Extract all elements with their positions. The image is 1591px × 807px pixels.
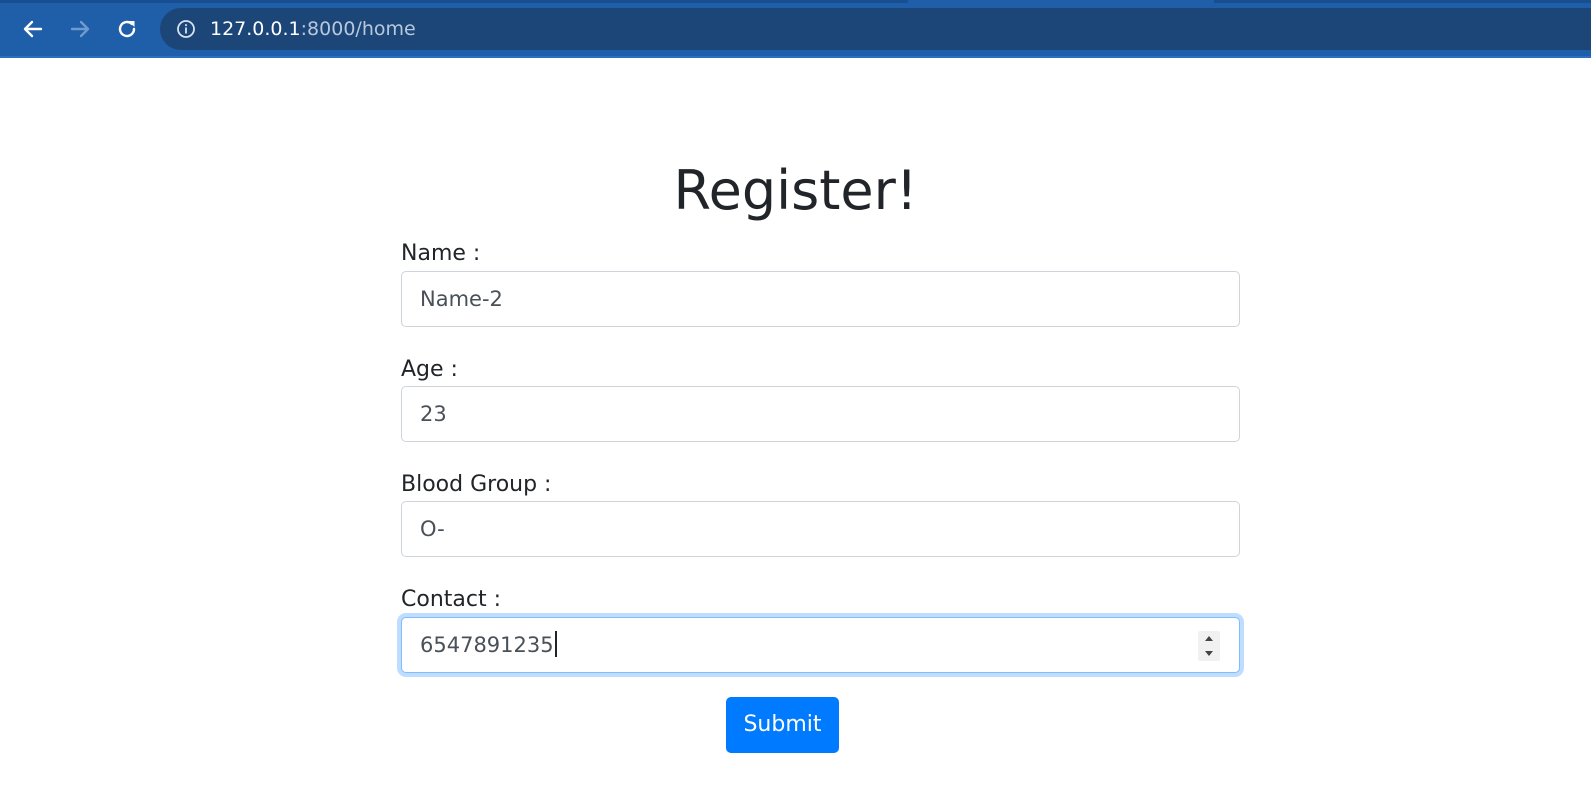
- active-tab-edge[interactable]: [908, 0, 1214, 3]
- blood-group-value: O-: [420, 517, 445, 541]
- caret-up-icon: [1205, 636, 1213, 641]
- text-caret: [554, 631, 557, 657]
- stepper-down-button[interactable]: [1198, 646, 1220, 661]
- info-icon[interactable]: [176, 19, 196, 39]
- name-value: Name-2: [420, 287, 503, 311]
- address-bar[interactable]: 127.0.0.1:8000/home: [160, 8, 1591, 50]
- tab-strip: [0, 0, 1591, 3]
- forward-button[interactable]: [63, 12, 97, 46]
- url-host: 127.0.0.1: [210, 18, 301, 40]
- url-path: :8000/home: [300, 18, 416, 40]
- reload-button[interactable]: [110, 12, 144, 46]
- stepper-up-button[interactable]: [1198, 631, 1220, 646]
- contact-label: Contact :: [401, 587, 501, 612]
- number-stepper[interactable]: [1198, 631, 1220, 661]
- back-button[interactable]: [16, 12, 50, 46]
- contact-input[interactable]: 6547891235: [401, 617, 1240, 673]
- reload-icon: [118, 20, 136, 38]
- url-text[interactable]: 127.0.0.1:8000/home: [210, 18, 416, 40]
- page-title: Register!: [673, 159, 918, 222]
- name-input[interactable]: Name-2: [401, 271, 1240, 327]
- name-label: Name :: [401, 241, 481, 266]
- forward-arrow-icon: [70, 20, 90, 38]
- browser-toolbar: 127.0.0.1:8000/home: [0, 0, 1591, 58]
- blood-group-label: Blood Group :: [401, 472, 552, 497]
- age-label: Age :: [401, 357, 458, 382]
- caret-down-icon: [1205, 651, 1213, 656]
- blood-group-input[interactable]: O-: [401, 501, 1240, 557]
- back-arrow-icon: [23, 20, 43, 38]
- age-input[interactable]: 23: [401, 386, 1240, 442]
- contact-value: 6547891235: [420, 633, 554, 657]
- submit-button[interactable]: Submit: [726, 697, 839, 753]
- age-value: 23: [420, 402, 447, 426]
